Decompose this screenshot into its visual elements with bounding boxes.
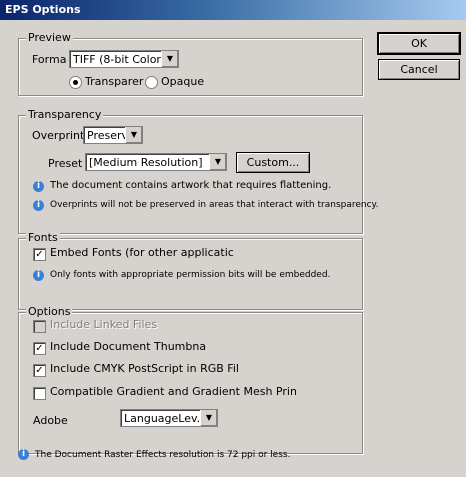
overprint-info-text: Overprints will not be preserved in area… bbox=[50, 200, 379, 210]
chevron-down-icon[interactable]: ▼ bbox=[161, 51, 178, 67]
transparent-radio[interactable] bbox=[69, 76, 82, 89]
include-thumbnail-checkbox[interactable]: ✓ bbox=[33, 342, 46, 355]
window-title: EPS Options bbox=[5, 3, 81, 16]
cancel-button[interactable]: Cancel bbox=[378, 59, 460, 80]
fonts-info-text: Only fonts with appropriate permission b… bbox=[50, 270, 331, 280]
preview-legend: Preview bbox=[26, 31, 73, 44]
format-label: Forma bbox=[32, 53, 67, 66]
overprint-select[interactable]: Preserve ▼ bbox=[83, 126, 143, 144]
format-value: TIFF (8-bit Color) bbox=[73, 53, 166, 66]
flattening-info-text: The document contains artwork that requi… bbox=[50, 180, 332, 191]
custom-button[interactable]: Custom... bbox=[236, 152, 310, 173]
preset-label: Preset bbox=[48, 157, 83, 170]
format-select[interactable]: TIFF (8-bit Color) ▼ bbox=[69, 50, 179, 68]
preset-select[interactable]: [Medium Resolution] ▼ bbox=[85, 153, 227, 171]
info-icon: i bbox=[33, 181, 44, 192]
info-icon: i bbox=[18, 449, 29, 460]
embed-fonts-checkbox[interactable]: ✓ bbox=[33, 248, 46, 261]
opaque-label[interactable]: Opaque bbox=[161, 75, 204, 88]
window-title-bar[interactable]: EPS Options bbox=[0, 0, 466, 20]
transparent-label[interactable]: Transparer bbox=[85, 75, 143, 88]
language-level-value: LanguageLev... bbox=[124, 412, 208, 425]
language-level-select[interactable]: LanguageLev... ▼ bbox=[120, 409, 218, 427]
fonts-legend: Fonts bbox=[26, 231, 60, 244]
chevron-down-icon[interactable]: ▼ bbox=[200, 410, 217, 426]
eps-options-dialog: OK Cancel Preview Forma TIFF (8-bit Colo… bbox=[0, 20, 466, 477]
options-group: Options bbox=[18, 305, 363, 454]
adobe-label: Adobe bbox=[33, 414, 68, 427]
ok-button[interactable]: OK bbox=[377, 32, 461, 55]
info-icon: i bbox=[33, 270, 44, 281]
compatible-gradient-checkbox[interactable] bbox=[33, 387, 46, 400]
chevron-down-icon[interactable]: ▼ bbox=[209, 154, 226, 170]
transparency-legend: Transparency bbox=[26, 108, 104, 121]
include-thumbnail-label[interactable]: Include Document Thumbna bbox=[50, 340, 206, 353]
opaque-radio[interactable] bbox=[145, 76, 158, 89]
overprint-label: Overprint bbox=[32, 129, 85, 142]
preset-value: [Medium Resolution] bbox=[89, 156, 203, 169]
chevron-down-icon[interactable]: ▼ bbox=[125, 127, 142, 143]
compatible-gradient-label[interactable]: Compatible Gradient and Gradient Mesh Pr… bbox=[50, 385, 297, 398]
embed-fonts-label[interactable]: Embed Fonts (for other applicatic bbox=[50, 246, 234, 259]
include-linked-files-checkbox[interactable] bbox=[33, 320, 46, 333]
info-icon: i bbox=[33, 200, 44, 211]
options-legend: Options bbox=[26, 305, 73, 318]
include-cmyk-checkbox[interactable]: ✓ bbox=[33, 364, 46, 377]
include-linked-files-label[interactable]: Include Linked Files bbox=[50, 318, 157, 331]
raster-effects-info-text: The Document Raster Effects resolution i… bbox=[35, 450, 291, 460]
include-cmyk-label[interactable]: Include CMYK PostScript in RGB Fil bbox=[50, 362, 239, 375]
